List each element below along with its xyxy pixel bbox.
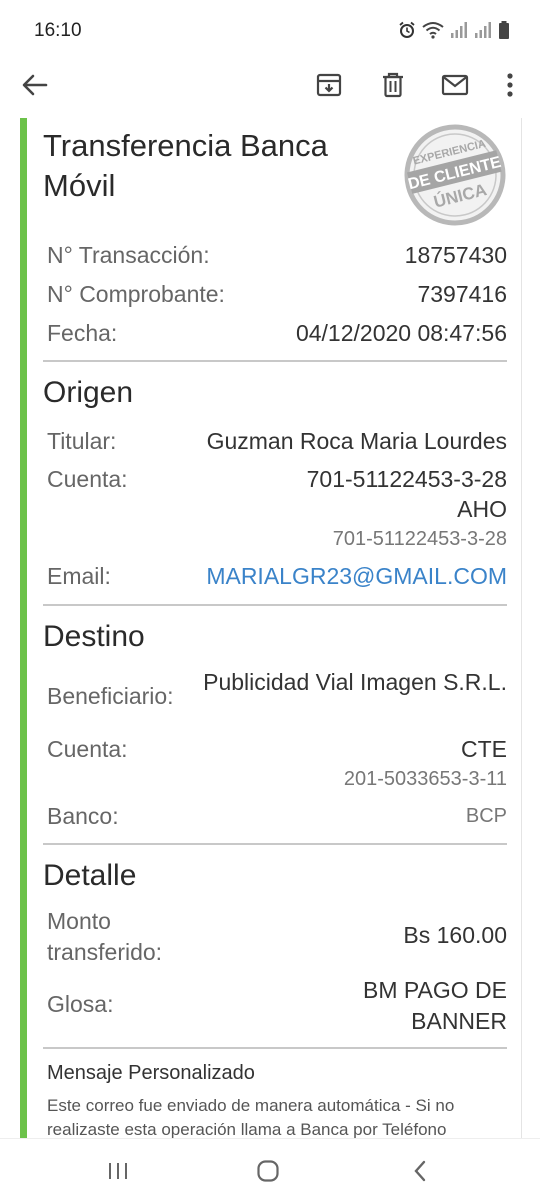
mail-icon xyxy=(441,74,469,96)
divider xyxy=(43,843,507,845)
status-time: 16:10 xyxy=(34,20,82,41)
receipt-card: Transferencia Banca Móvil EXPERIENCIA DE… xyxy=(20,118,522,1138)
gloss-row: Glosa: BM PAGO DE BANNER xyxy=(47,975,507,1037)
wifi-icon xyxy=(422,22,444,39)
custom-message-title: Mensaje Personalizado xyxy=(47,1062,255,1084)
date-label: Fecha: xyxy=(47,320,118,346)
arrow-left-icon xyxy=(22,74,48,96)
home-icon xyxy=(257,1160,279,1182)
battery-icon xyxy=(499,21,509,39)
alarm-icon xyxy=(399,21,415,38)
divider xyxy=(43,1047,507,1049)
email-title: Transferencia Banca Móvil xyxy=(43,128,328,203)
experience-stamp-logo: EXPERIENCIA DE CLIENTE ÚNICA xyxy=(404,124,506,226)
status-bar: 16:10 xyxy=(0,0,540,60)
nav-back-button[interactable] xyxy=(400,1157,440,1185)
transaction-number-row: N° Transacción: 18757430 xyxy=(47,242,507,272)
amount-row: Monto transferido: Bs 160.00 xyxy=(47,906,507,968)
home-button[interactable] xyxy=(248,1157,288,1185)
email-toolbar xyxy=(0,60,540,110)
email-row: Email: MARIALGR23@GMAIL.COM xyxy=(47,563,507,593)
back-button[interactable] xyxy=(14,64,56,106)
gloss-label: Glosa: xyxy=(47,991,114,1017)
origin-account-sub: 701-51122453-3-28 xyxy=(332,528,507,550)
status-icons xyxy=(398,21,510,39)
email-body[interactable]: Transferencia Banca Móvil EXPERIENCIA DE… xyxy=(0,118,540,1138)
signal-icon xyxy=(451,22,467,38)
divider xyxy=(43,604,507,606)
destination-account-label: Cuenta: xyxy=(47,736,128,762)
bank-value: BCP xyxy=(465,805,507,827)
amount-value: Bs 160.00 xyxy=(403,922,507,948)
archive-icon xyxy=(316,73,342,97)
signal-icon xyxy=(475,22,491,38)
recent-apps-button[interactable] xyxy=(98,1157,138,1185)
more-options-button[interactable] xyxy=(490,64,530,106)
destination-account-number: 201-5033653-3-11 xyxy=(343,768,507,790)
beneficiary-value: Publicidad Vial Imagen S.R.L. xyxy=(203,669,507,695)
mark-unread-button[interactable] xyxy=(434,64,476,106)
origin-account-label: Cuenta: xyxy=(47,466,128,492)
email-label: Email: xyxy=(47,563,111,589)
bank-row: Banco: BCP xyxy=(47,803,507,833)
origin-heading: Origen xyxy=(43,376,134,409)
archive-button[interactable] xyxy=(308,64,350,106)
holder-label: Titular: xyxy=(47,428,117,454)
beneficiary-label: Beneficiario: xyxy=(47,683,174,709)
trash-icon xyxy=(383,72,403,98)
recent-apps-icon xyxy=(109,1163,127,1179)
destination-account-row: Cuenta: CTE 201-5033653-3-11 xyxy=(47,736,507,798)
date-value: 04/12/2020 08:47:56 xyxy=(295,320,507,346)
system-nav-bar xyxy=(0,1138,540,1200)
email-link[interactable]: MARIALGR23@GMAIL.COM xyxy=(206,563,507,590)
transaction-number-value: 18757430 xyxy=(404,242,507,268)
more-vert-icon xyxy=(507,73,513,97)
destination-heading: Destino xyxy=(43,620,145,653)
origin-account-row: Cuenta: 701-51122453-3-28 AHO 701-511224… xyxy=(47,466,507,558)
amount-label: Monto transferido: xyxy=(47,908,163,965)
date-row: Fecha: 04/12/2020 08:47:56 xyxy=(47,320,507,350)
origin-account-number: 701-51122453-3-28 xyxy=(306,466,507,492)
holder-row: Titular: Guzman Roca Maria Lourdes xyxy=(47,428,507,458)
custom-message-text: Este correo fue enviado de manera automá… xyxy=(47,1096,455,1138)
divider xyxy=(43,360,507,362)
transaction-number-label: N° Transacción: xyxy=(47,242,210,268)
receipt-number-row: N° Comprobante: 7397416 xyxy=(47,281,507,311)
destination-account-type: CTE xyxy=(461,736,507,762)
bank-label: Banco: xyxy=(47,803,119,829)
beneficiary-row: Beneficiario: Publicidad Vial Imagen S.R… xyxy=(47,667,507,731)
receipt-number-value: 7397416 xyxy=(417,281,507,307)
chevron-left-icon xyxy=(414,1160,426,1182)
receipt-number-label: N° Comprobante: xyxy=(47,281,225,307)
origin-account-type: AHO xyxy=(457,496,507,522)
gloss-value: BM PAGO DE BANNER xyxy=(363,977,507,1034)
delete-button[interactable] xyxy=(372,64,414,106)
detail-heading: Detalle xyxy=(43,859,137,892)
holder-value: Guzman Roca Maria Lourdes xyxy=(206,428,507,454)
